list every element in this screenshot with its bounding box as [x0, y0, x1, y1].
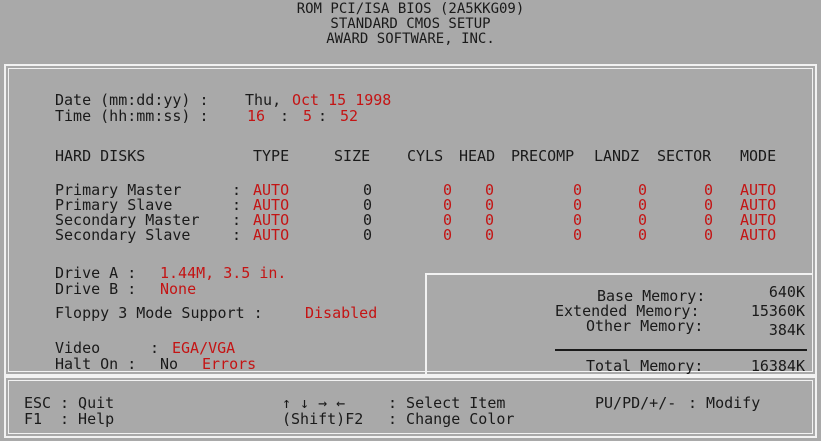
time-sep-1: : [280, 107, 290, 125]
time-sep-2: : [318, 107, 328, 125]
base-memory-value: 640K [768, 283, 805, 301]
vendor-title: AWARD SOFTWARE, INC. [326, 31, 495, 47]
time-label: Time (hh:mm:ss) : [55, 107, 209, 125]
other-memory-value: 384K [768, 321, 805, 339]
col-sector: SECTOR [657, 147, 712, 165]
col-mode: MODE [740, 147, 777, 165]
disk-mode[interactable]: AUTO [740, 227, 776, 243]
shift-f2-key: (Shift)F2 [282, 410, 364, 428]
col-size: SIZE [334, 147, 371, 165]
drive-b-value[interactable]: None [160, 281, 196, 297]
disk-cyls[interactable]: 0 [443, 227, 452, 243]
change-color-text: : Change Color [388, 410, 515, 428]
video-sep: : [150, 339, 160, 357]
memory-separator [555, 349, 807, 351]
esc-key: ESC [24, 394, 52, 412]
col-cyls: CYLS [407, 147, 444, 165]
total-memory-value: 16384K [750, 357, 805, 375]
other-memory-label: Other Memory: [586, 317, 704, 335]
col-precomp: PRECOMP [511, 147, 575, 165]
extended-memory-value: 15360K [750, 302, 805, 320]
disk-name: Secondary Slave [55, 226, 191, 244]
disk-type[interactable]: AUTO [253, 227, 289, 243]
drive-b-label: Drive B : [55, 280, 137, 298]
bios-screen: ROM PCI/ISA BIOS (2A5KKG09) STANDARD CMO… [0, 0, 821, 441]
disk-precomp[interactable]: 0 [573, 227, 582, 243]
disk-sector[interactable]: 0 [704, 227, 713, 243]
pu-pd-key: PU/PD/+/- [595, 394, 677, 412]
time-second[interactable]: 52 [340, 108, 358, 124]
floppy-3-mode-label: Floppy 3 Mode Support : [55, 304, 263, 322]
setup-title: STANDARD CMOS SETUP [330, 16, 491, 32]
bios-header: ROM PCI/ISA BIOS (2A5KKG09) STANDARD CMO… [0, 0, 821, 62]
f1-help-text: : Help [60, 410, 115, 428]
total-memory-label: Total Memory: [586, 357, 704, 375]
time-hour[interactable]: 16 [247, 108, 265, 124]
video-label: Video [55, 339, 101, 357]
bios-title: ROM PCI/ISA BIOS (2A5KKG09) [296, 1, 525, 17]
floppy-3-mode-value[interactable]: Disabled [305, 305, 377, 321]
video-value[interactable]: EGA/VGA [172, 340, 235, 356]
halt-on-value-prefix: No [160, 355, 179, 373]
modify-text: : Modify [688, 394, 761, 412]
disk-landz[interactable]: 0 [638, 227, 647, 243]
col-head: HEAD [459, 147, 496, 165]
f1-key: F1 [24, 410, 43, 428]
drive-a-value[interactable]: 1.44M, 3.5 in. [160, 265, 286, 281]
col-type: TYPE [253, 147, 290, 165]
disk-head[interactable]: 0 [485, 227, 494, 243]
esc-quit-text: : Quit [60, 394, 115, 412]
select-item-text: : Select Item [388, 394, 506, 412]
date-label: Date (mm:dd:yy) : [55, 91, 209, 109]
col-hard-disks: HARD DISKS [55, 147, 146, 165]
date-value[interactable]: Oct 15 1998 [292, 92, 391, 108]
halt-on-label: Halt On : [55, 355, 137, 373]
disk-sep: : [232, 226, 242, 244]
halt-on-value[interactable]: Errors [202, 356, 256, 372]
date-day: Thu, [245, 91, 282, 109]
arrow-keys-icon: ↑ ↓ → ← [282, 394, 346, 412]
col-landz: LANDZ [594, 147, 640, 165]
disk-size: 0 [363, 226, 373, 244]
time-minute[interactable]: 5 [303, 108, 312, 124]
drive-a-label: Drive A : [55, 264, 137, 282]
